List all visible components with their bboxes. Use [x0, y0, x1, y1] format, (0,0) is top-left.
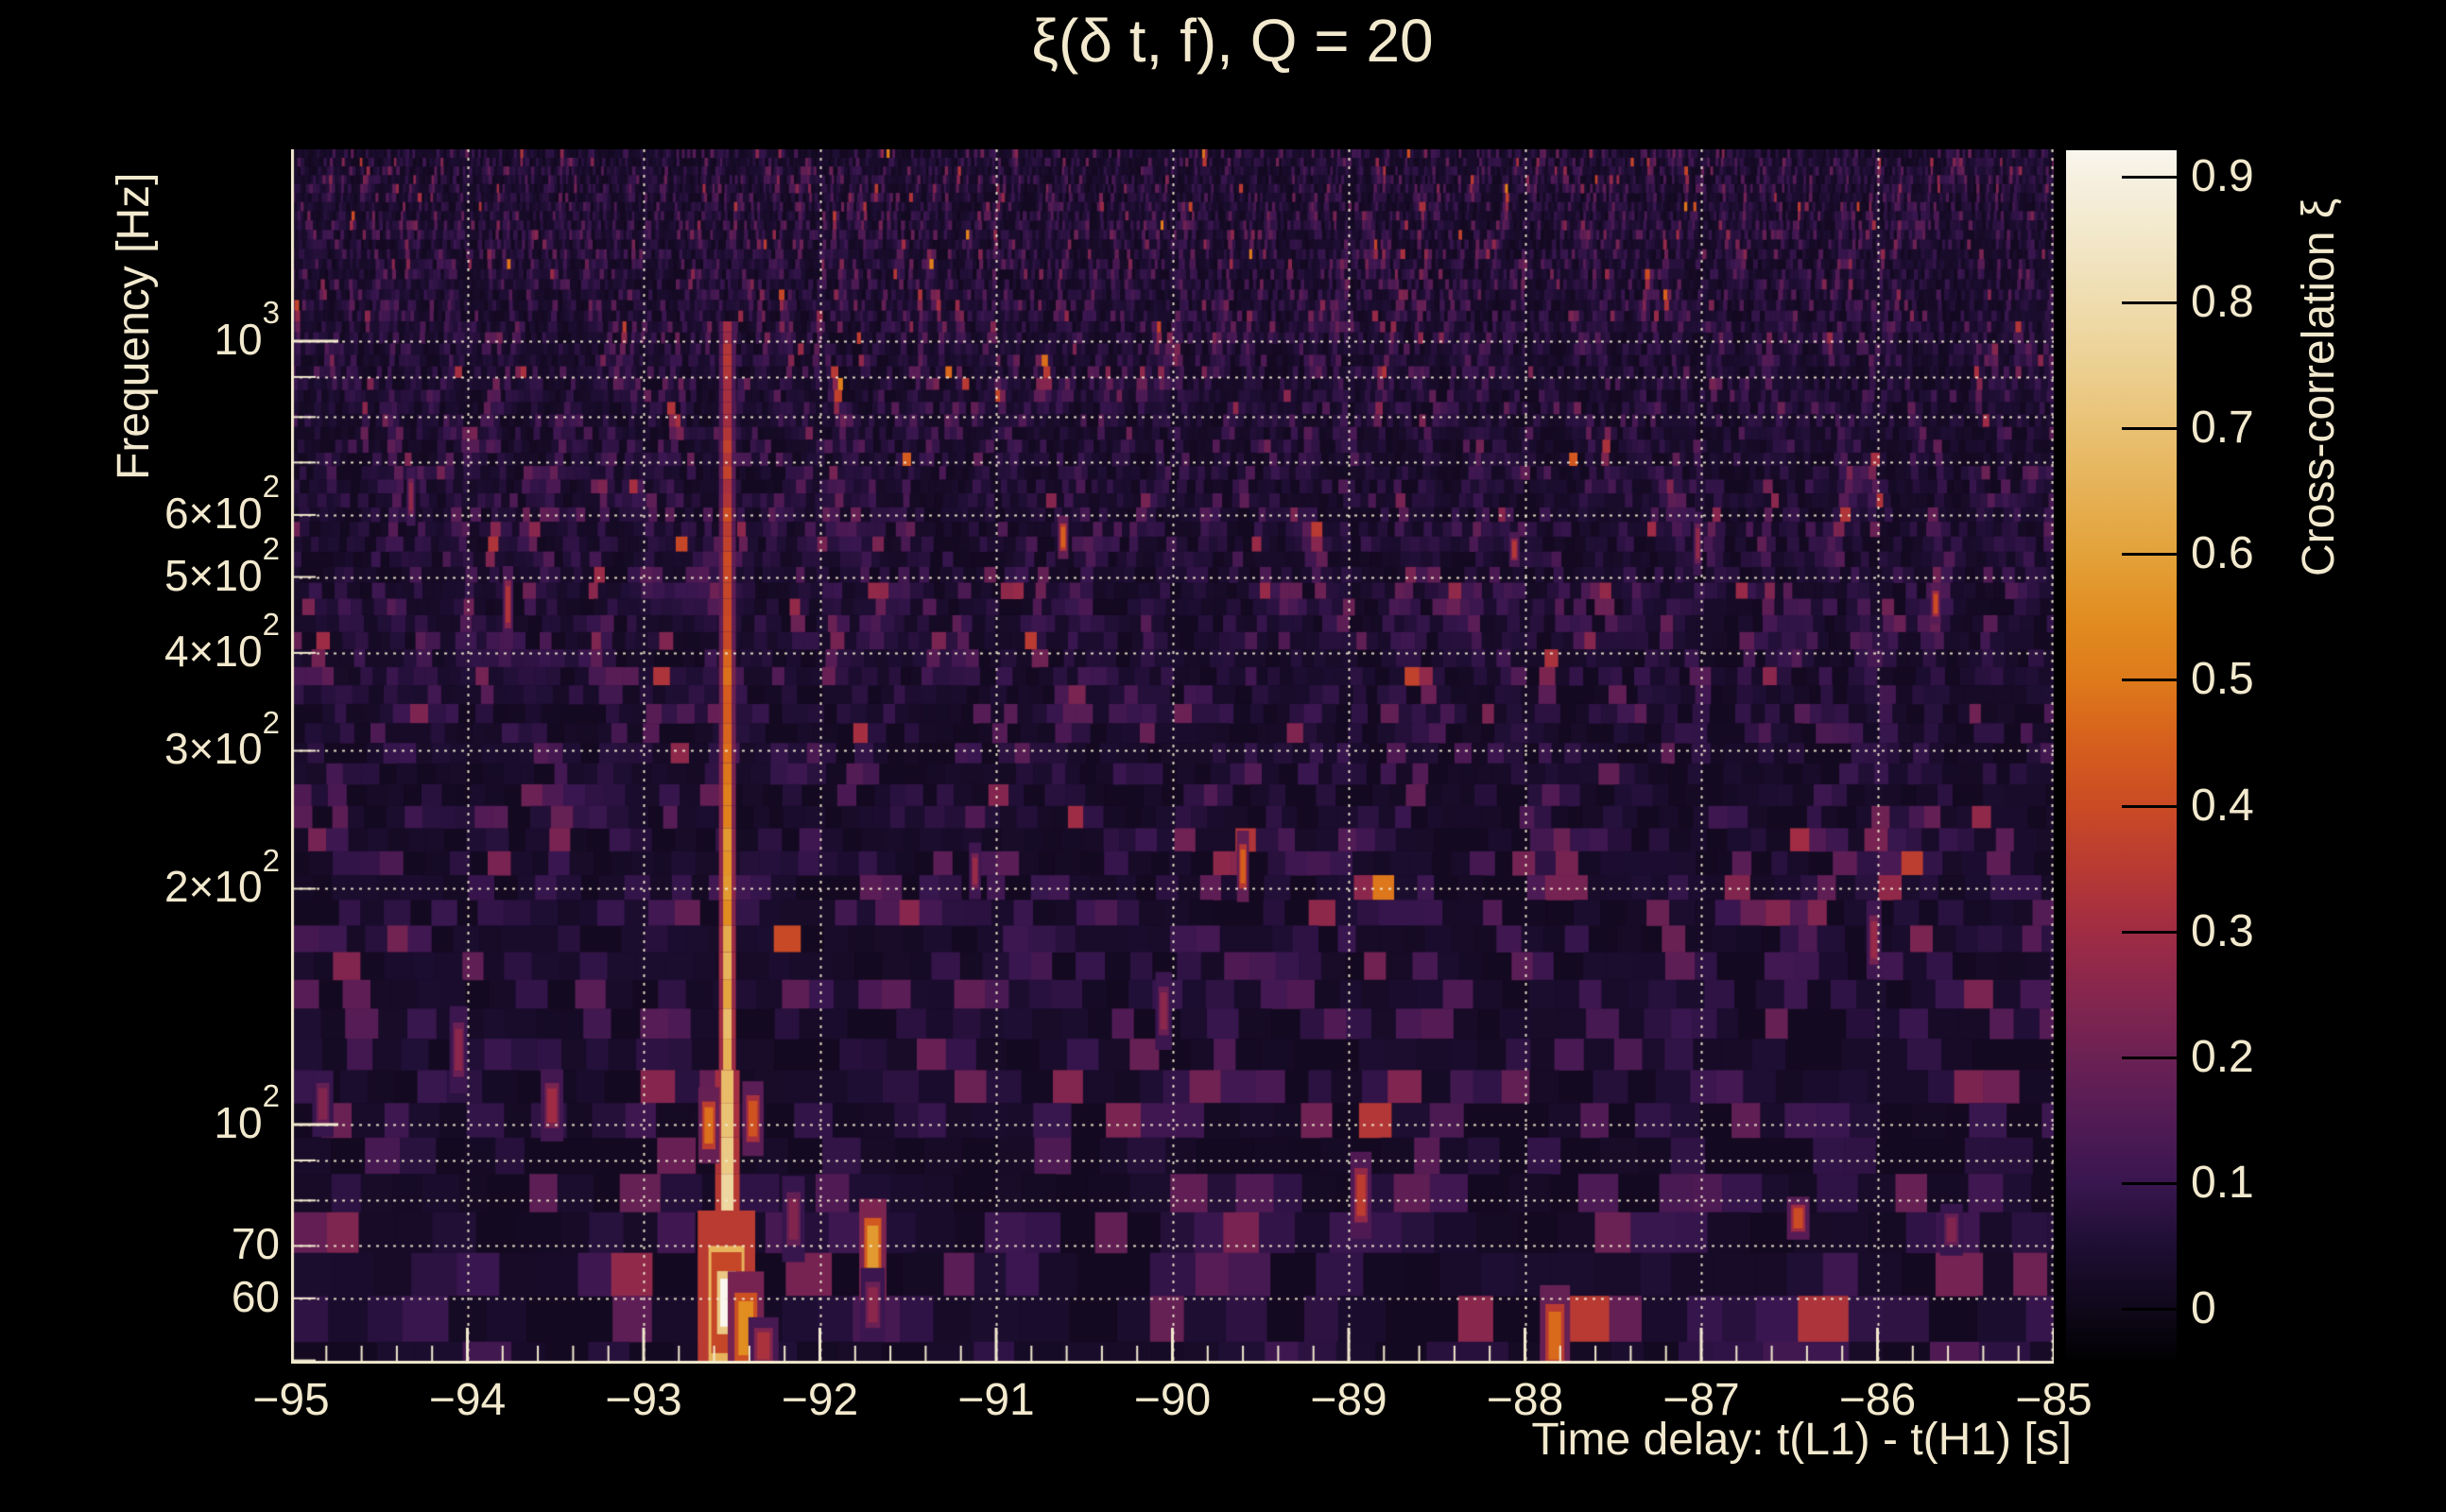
- x-tick-label: −94: [429, 1378, 506, 1423]
- spectrogram-heatmap: [291, 149, 2054, 1364]
- colorbar-tick: [2122, 931, 2177, 934]
- y-tick-label: 3×102: [164, 727, 280, 770]
- y-tick-label: 4×102: [164, 629, 280, 673]
- colorbar-tick-label: 0.1: [2191, 1160, 2254, 1206]
- y-tick-label: 6×102: [164, 491, 280, 535]
- colorbar-tick: [2122, 427, 2177, 430]
- colorbar-tick-label: 0.2: [2191, 1035, 2254, 1080]
- colorbar-tick-label: 0.5: [2191, 657, 2254, 702]
- x-tick-label: −92: [782, 1378, 858, 1423]
- colorbar-title: Cross-correlation ξ: [2297, 198, 2342, 576]
- y-tick-label: 70: [232, 1222, 280, 1265]
- x-tick-label: −95: [252, 1378, 329, 1423]
- colorbar-tick-label: 0.6: [2191, 531, 2254, 576]
- colorbar-tick: [2122, 1057, 2177, 1059]
- colorbar-tick: [2122, 176, 2177, 179]
- y-axis-title: Frequency [Hz]: [112, 173, 157, 480]
- colorbar-tick: [2122, 301, 2177, 304]
- x-tick-label: −93: [605, 1378, 681, 1423]
- colorbar-tick: [2122, 1182, 2177, 1185]
- colorbar-tick-label: 0.8: [2191, 280, 2254, 325]
- y-tick-label: 103: [214, 318, 280, 361]
- y-tick-label: 102: [214, 1101, 280, 1144]
- colorbar-tick: [2122, 1308, 2177, 1311]
- x-tick-label: −89: [1310, 1378, 1387, 1423]
- colorbar-tick-label: 0.7: [2191, 405, 2254, 451]
- y-tick-label: 2×102: [164, 865, 280, 908]
- colorbar-tick: [2122, 679, 2177, 681]
- colorbar-tick-label: 0.4: [2191, 783, 2254, 829]
- colorbar-tick-label: 0.9: [2191, 154, 2254, 199]
- colorbar-tick: [2122, 805, 2177, 808]
- y-tick-label: 5×102: [164, 554, 280, 597]
- colorbar-tick-label: 0.3: [2191, 909, 2254, 954]
- x-tick-label: −91: [957, 1378, 1034, 1423]
- x-tick-label: −90: [1134, 1378, 1211, 1423]
- x-axis-title: Time delay: t(L1) - t(H1) [s]: [1531, 1418, 2072, 1463]
- figure: ξ(δ t, f), Q = 20 Frequency [Hz] 103 6×10…: [0, 0, 2446, 1512]
- colorbar-tick-label: 0: [2191, 1286, 2216, 1332]
- colorbar-tick: [2122, 553, 2177, 556]
- y-tick-label: 60: [232, 1275, 280, 1318]
- chart-title: ξ(δ t, f), Q = 20: [1031, 9, 1433, 73]
